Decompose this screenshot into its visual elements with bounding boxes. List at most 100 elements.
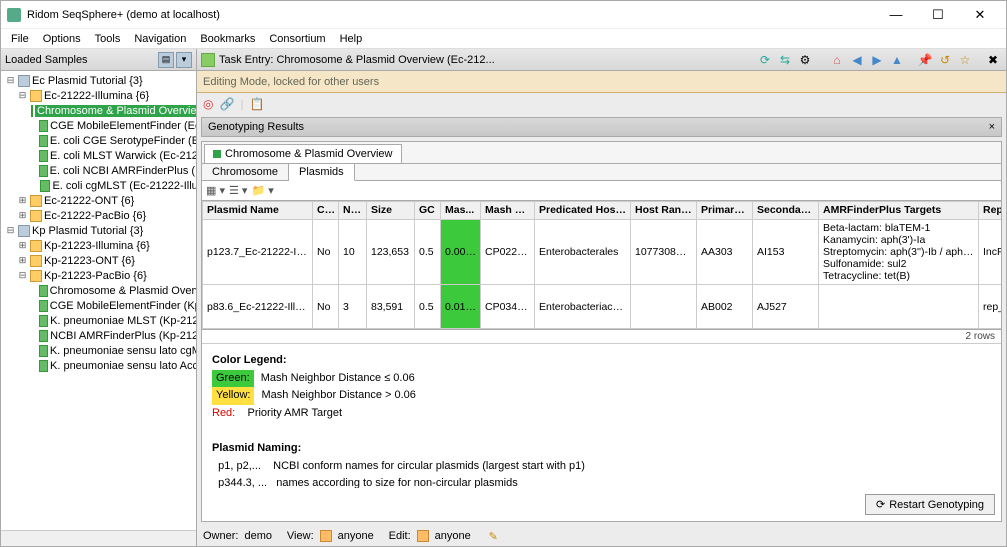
menu-bookmarks[interactable]: Bookmarks <box>194 31 261 47</box>
tree-item[interactable]: ⊟Kp Plasmid Tutorial {3} <box>1 223 196 238</box>
tree-item[interactable]: ⊞Kp-21223-ONT {6} <box>1 253 196 268</box>
restart-genotyping-button[interactable]: ⟳ Restart Genotyping <box>865 494 995 515</box>
table-cell: p83.6_Ec-21222-Illumina <box>203 285 313 329</box>
tool-left-icon[interactable]: ◀ <box>848 51 866 69</box>
tree-item[interactable]: Chromosome & Plasmid Overview ( <box>1 103 196 118</box>
tree-item[interactable]: ⊟ Ec-21222-Illumina {6} <box>1 88 196 103</box>
column-header[interactable]: Cr... <box>313 202 339 220</box>
tool-home-icon[interactable]: ⌂ <box>828 51 846 69</box>
tree-item[interactable]: K. pneumoniae sensu lato cgMLST (Kp-21 <box>1 343 196 358</box>
expand-icon[interactable]: ⊞ <box>17 195 28 206</box>
table-cell: rep_cluster_1704 <box>979 285 1002 329</box>
tool-close-icon[interactable]: ✖ <box>984 51 1002 69</box>
folder-icon <box>30 255 42 267</box>
tool-up-icon[interactable]: ▲ <box>888 51 906 69</box>
column-header[interactable]: Nu... <box>339 202 367 220</box>
minimize-button[interactable]: — <box>876 5 916 25</box>
app-icon <box>7 8 21 22</box>
tree-item[interactable]: ⊟Kp-21223-PacBio {6} <box>1 268 196 283</box>
titlebar: Ridom SeqSphere+ (demo at localhost) — ☐… <box>1 1 1006 29</box>
table-row[interactable]: p123.7_Ec-21222-IlluminaNo10123,6530.50.… <box>203 220 1002 285</box>
column-header[interactable]: Mash N... <box>481 202 535 220</box>
menu-help[interactable]: Help <box>334 31 369 47</box>
leaf-icon <box>39 165 48 177</box>
tree-item[interactable]: K. pneumoniae MLST (Kp-21223-PacBio) <box>1 313 196 328</box>
expand-icon[interactable]: ⊟ <box>5 75 16 86</box>
column-header[interactable]: Secondary ... <box>753 202 819 220</box>
expand-icon[interactable]: ⊟ <box>17 90 28 101</box>
expand-icon[interactable]: ⊟ <box>17 270 28 281</box>
action-bar: ◎ 🔗 | 📋 <box>197 93 1006 115</box>
ctrl-folder-icon[interactable]: 📁 ▾ <box>251 184 273 197</box>
expand-icon[interactable]: ⊞ <box>17 210 28 221</box>
sample-tree[interactable]: ⊟Ec Plasmid Tutorial {3}⊟Ec-21222-Illumi… <box>1 71 196 530</box>
column-header[interactable]: Rep Type(s) <box>979 202 1002 220</box>
sidebar-filter-icon[interactable]: ▤ <box>158 52 174 68</box>
tree-item[interactable]: ⊞Kp-21223-Illumina {6} <box>1 238 196 253</box>
tree-label: Ec-21222-PacBio {6} <box>44 210 146 222</box>
tree-item[interactable]: E. coli MLST Warwick (Ec-21222-Illumina) <box>1 148 196 163</box>
column-header[interactable]: Plasmid Name <box>203 202 313 220</box>
sidebar-dropdown-icon[interactable]: ▾ <box>176 52 192 68</box>
table-cell: Beta-lactam: blaTEM-1Kanamycin: aph(3')-… <box>819 220 979 285</box>
sidebar-header: Loaded Samples ▤ ▾ <box>1 49 196 71</box>
menu-options[interactable]: Options <box>37 31 87 47</box>
tool-gear-icon[interactable]: ⚙ <box>796 51 814 69</box>
tool-pin-icon[interactable]: 📌 <box>916 51 934 69</box>
column-header[interactable]: Primary ... <box>697 202 753 220</box>
ctrl-list-icon[interactable]: ☰ ▾ <box>229 184 247 197</box>
tab-chromosome[interactable]: Chromosome <box>202 164 289 180</box>
menu-tools[interactable]: Tools <box>89 31 127 47</box>
tree-item[interactable]: ⊞Ec-21222-ONT {6} <box>1 193 196 208</box>
tool-refresh-icon[interactable]: ⟳ <box>756 51 774 69</box>
menu-navigation[interactable]: Navigation <box>128 31 192 47</box>
tree-item[interactable]: NCBI AMRFinderPlus (Kp-21223-PacBio) <box>1 328 196 343</box>
tree-item[interactable]: CGE MobileElementFinder (Kp-21223-Pac <box>1 298 196 313</box>
expand-icon[interactable]: ⊞ <box>17 255 28 266</box>
restart-icon: ⟳ <box>876 498 885 511</box>
tree-item[interactable]: CGE MobileElementFinder (Ec-21222-Illu <box>1 118 196 133</box>
tree-item[interactable]: K. pneumoniae sensu lato Accessory (Kp- <box>1 358 196 373</box>
tree-item[interactable]: ⊟Ec Plasmid Tutorial {3} <box>1 73 196 88</box>
footer-bar: Owner: demo View: anyone Edit: anyone ✎ <box>197 526 1006 546</box>
maximize-button[interactable]: ☐ <box>918 5 958 25</box>
link-icon[interactable]: 🔗 <box>219 97 234 111</box>
tree-item[interactable]: Chromosome & Plasmid Overview (Kp-212 <box>1 283 196 298</box>
table-cell: No <box>313 220 339 285</box>
column-header[interactable]: AMRFinderPlus Targets <box>819 202 979 220</box>
tool-favorite-icon[interactable]: ☆ <box>956 51 974 69</box>
overview-tab[interactable]: Chromosome & Plasmid Overview <box>204 144 402 163</box>
db-icon <box>18 75 30 87</box>
close-button[interactable]: ✕ <box>960 5 1000 25</box>
column-header[interactable]: Host Rang... <box>631 202 697 220</box>
expand-icon[interactable]: ⊞ <box>17 240 28 251</box>
ctrl-grid-icon[interactable]: ▦ ▾ <box>206 184 225 197</box>
table-cell: Enterobacteriaceae <box>535 285 631 329</box>
tree-item[interactable]: E. coli NCBI AMRFinderPlus (Ec-21222-Ill… <box>1 163 196 178</box>
column-header[interactable]: Mas... <box>441 202 481 220</box>
column-header[interactable]: Predicated Host ... <box>535 202 631 220</box>
db-icon <box>18 225 30 237</box>
folder-icon <box>30 270 42 282</box>
menu-consortium[interactable]: Consortium <box>263 31 331 47</box>
tree-label: Ec-21222-Illumina {6} <box>44 90 149 102</box>
plasmid-table-wrap[interactable]: Plasmid NameCr...Nu...SizeGCMas...Mash N… <box>202 201 1001 330</box>
expand-icon[interactable]: ⊟ <box>5 225 16 236</box>
tree-item[interactable]: E. coli cgMLST (Ec-21222-Illumina) <box>1 178 196 193</box>
tool-undo-icon[interactable]: ↺ <box>936 51 954 69</box>
tool-wifi-icon[interactable]: ⇆ <box>776 51 794 69</box>
tab-plasmids[interactable]: Plasmids <box>289 164 355 181</box>
table-row[interactable]: p83.6_Ec-21222-IlluminaNo383,5910.50.014… <box>203 285 1002 329</box>
copy-icon[interactable]: 📋 <box>250 97 265 111</box>
tree-item[interactable]: E. coli CGE SerotypeFinder (Ec-21222-Ill… <box>1 133 196 148</box>
column-header[interactable]: Size <box>367 202 415 220</box>
menu-file[interactable]: File <box>5 31 35 47</box>
tree-item[interactable]: ⊞ Ec-21222-PacBio {6} <box>1 208 196 223</box>
tool-right-icon[interactable]: ▶ <box>868 51 886 69</box>
target-icon[interactable]: ◎ <box>203 97 213 111</box>
panel-close-icon[interactable]: × <box>989 121 995 133</box>
column-header[interactable]: GC <box>415 202 441 220</box>
sidebar-scroll-h[interactable] <box>1 530 196 546</box>
table-cell: 3 <box>339 285 367 329</box>
pencil-icon[interactable]: ✎ <box>489 530 498 543</box>
